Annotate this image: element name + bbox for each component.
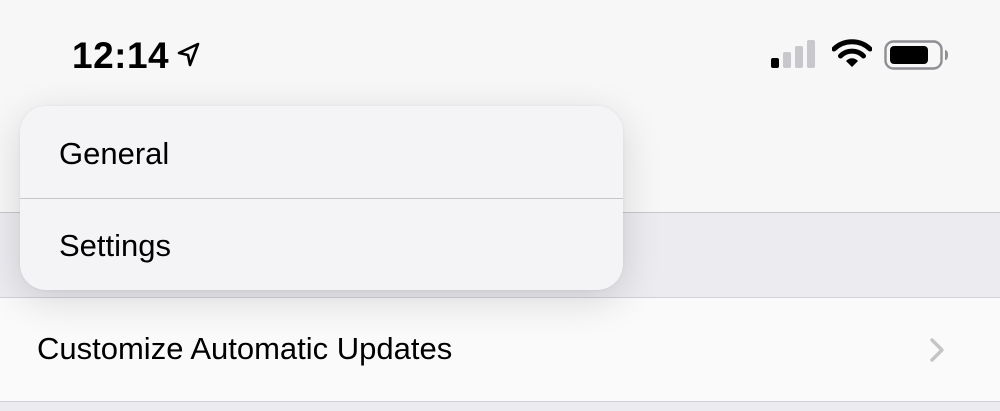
customize-automatic-updates-row[interactable]: Customize Automatic Updates <box>0 297 1000 402</box>
menu-item-label: General <box>59 136 170 171</box>
menu-item-settings[interactable]: Settings <box>20 198 623 290</box>
chevron-right-icon <box>930 338 944 362</box>
status-time: 12:14 <box>72 35 170 76</box>
location-arrow-icon <box>177 42 200 67</box>
menu-item-label: Settings <box>59 228 172 263</box>
cellular-signal-icon <box>771 40 815 68</box>
section-spacer-bottom <box>0 402 1000 411</box>
back-history-menu: General Settings <box>20 106 623 290</box>
row-label: Customize Automatic Updates <box>37 331 453 366</box>
menu-item-general[interactable]: General <box>20 106 623 198</box>
status-bar: 12:14 <box>0 0 1000 110</box>
battery-icon <box>884 40 948 70</box>
wifi-icon <box>832 39 872 67</box>
